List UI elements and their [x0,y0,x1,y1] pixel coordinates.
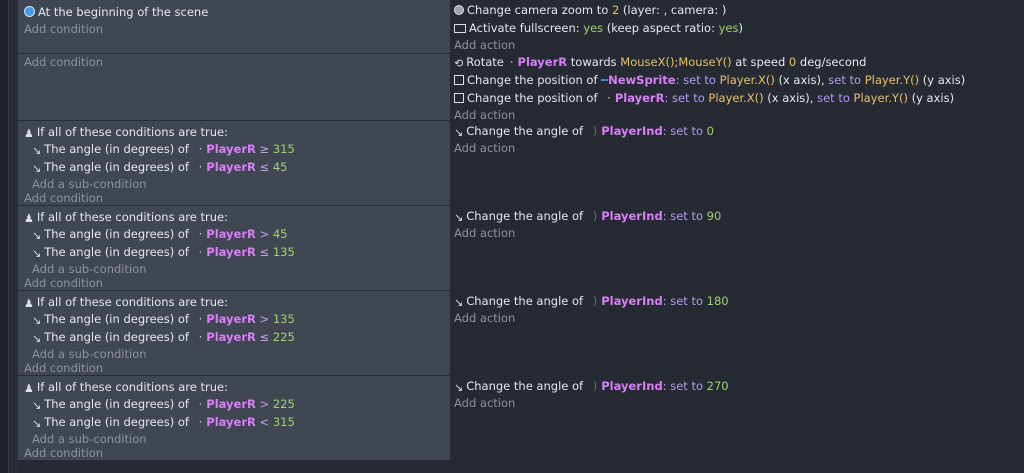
sub-condition-angle-2[interactable]: ↘ The angle (in degrees) of · PlayerR ≤ 45 [32,159,287,175]
position-icon [454,93,464,103]
scene-start-icon [24,6,35,17]
position-icon [454,75,464,85]
action-position-playerr[interactable]: Change the position of · PlayerR: set to … [454,90,954,106]
action-position-newsprite[interactable]: Change the position of ━NewSprite: set t… [454,72,965,88]
angle-icon: ↘ [32,247,42,260]
add-action-link[interactable]: Add action [454,37,515,53]
condition-group[interactable]: ♟ If all of these conditions are true: [24,124,228,140]
angle-icon: ↘ [32,144,42,157]
angle-icon: ↘ [32,399,42,412]
left-gutter [0,0,9,473]
action-change-angle[interactable]: ↘ Change the angle of ) PlayerInd: set to … [454,208,721,224]
action-change-angle[interactable]: ↘ Change the angle of ) PlayerInd: set to … [454,293,729,309]
add-condition-link[interactable]: Add condition [24,190,103,206]
actions-panel[interactable]: ⟲ Rotate · PlayerR towards MouseX();MouseY(… [450,54,1024,122]
add-condition-link[interactable]: Add condition [24,54,103,70]
angle-icon: ↘ [454,296,464,309]
actions-panel[interactable]: Change camera zoom to 2 (layer: , camera… [450,0,1024,53]
angle-icon: ↘ [454,381,464,394]
actions-panel[interactable]: ↘ Change the angle of ) PlayerInd: set to … [450,291,1024,375]
condition-group[interactable]: ♟ If all of these conditions are true: [24,379,228,395]
conditions-panel[interactable]: At the beginning of the scene Add condit… [18,0,450,54]
event-angle-3[interactable]: ♟ If all of these conditions are true: ↘ T… [18,291,1024,376]
group-icon: ♟ [24,382,34,395]
sub-condition-angle-2[interactable]: ↘ The angle (in degrees) of · PlayerR ≤ 22… [32,329,295,345]
condition-group[interactable]: ♟ If all of these conditions are true: [24,209,228,225]
conditions-panel[interactable]: ♟ If all of these conditions are true: ↘ T… [18,291,450,376]
angle-icon: ↘ [32,332,42,345]
group-icon: ♟ [24,297,34,310]
event-angle-4[interactable]: ♟ If all of these conditions are true: ↘ T… [18,376,1024,461]
add-condition-link[interactable]: Add condition [24,360,103,376]
actions-panel[interactable]: ↘ Change the angle of ) PlayerInd: set to … [450,206,1024,290]
add-action-link[interactable]: Add action [454,395,515,411]
rotate-icon: ⟲ [454,57,464,70]
angle-icon: ↘ [454,211,464,224]
sub-condition-angle-1[interactable]: ↘ The angle (in degrees) of · PlayerR ≥ 31… [32,141,295,157]
angle-icon: ↘ [32,162,42,175]
add-action-link[interactable]: Add action [454,225,515,241]
sub-condition-angle-1[interactable]: ↘ The angle (in degrees) of · PlayerR > 13… [32,311,295,327]
group-icon: ♟ [24,127,34,140]
conditions-panel[interactable]: Add condition [18,54,450,121]
conditions-panel[interactable]: ♟ If all of these conditions are true: ↘ T… [18,121,450,206]
add-condition-link[interactable]: Add condition [24,275,103,291]
angle-icon: ↘ [32,314,42,327]
add-action-link[interactable]: Add action [454,310,515,326]
condition-scene-start[interactable]: At the beginning of the scene [24,4,208,20]
action-change-angle[interactable]: ↘ Change the angle of ) PlayerInd: set to … [454,378,729,394]
sub-condition-angle-2[interactable]: ↘ The angle (in degrees) of · PlayerR < 31… [32,414,295,430]
actions-panel[interactable]: ↘ Change the angle of ) PlayerInd: set to … [450,121,1024,205]
angle-icon: ↘ [454,126,464,139]
event-2[interactable]: Add condition ⟲ Rotate · PlayerR towards Mo… [18,54,1024,122]
sub-condition-angle-1[interactable]: ↘ The angle (in degrees) of · PlayerR > 45 [32,226,287,242]
conditions-panel[interactable]: ♟ If all of these conditions are true: ↘ T… [18,206,450,291]
action-fullscreen[interactable]: Activate fullscreen: yes (keep aspect ra… [454,20,743,36]
conditions-panel[interactable]: ♟ If all of these conditions are true: ↘ T… [18,376,450,461]
action-camera-zoom[interactable]: Change camera zoom to 2 (layer: , camera… [454,2,726,18]
event-angle-1[interactable]: ♟ If all of these conditions are true: ↘ T… [18,121,1024,206]
action-rotate[interactable]: ⟲ Rotate · PlayerR towards MouseX();MouseY(… [454,54,866,70]
event-margin [9,0,18,473]
action-change-angle[interactable]: ↘ Change the angle of ) PlayerInd: set to … [454,123,714,139]
sub-condition-angle-2[interactable]: ↘ The angle (in degrees) of · PlayerR ≤ 13… [32,244,295,260]
actions-panel[interactable]: ↘ Change the angle of ) PlayerInd: set to … [450,376,1024,460]
angle-icon: ↘ [32,417,42,430]
fullscreen-icon [454,24,466,33]
sub-condition-angle-1[interactable]: ↘ The angle (in degrees) of · PlayerR > 22… [32,396,295,412]
add-condition-link[interactable]: Add condition [24,445,103,461]
condition-group[interactable]: ♟ If all of these conditions are true: [24,294,228,310]
add-action-link[interactable]: Add action [454,140,515,156]
event-angle-2[interactable]: ♟ If all of these conditions are true: ↘ T… [18,206,1024,291]
camera-zoom-icon [454,5,464,15]
event-1[interactable]: At the beginning of the scene Add condit… [18,0,1024,54]
group-icon: ♟ [24,212,34,225]
add-condition-link[interactable]: Add condition [24,21,103,37]
angle-icon: ↘ [32,229,42,242]
